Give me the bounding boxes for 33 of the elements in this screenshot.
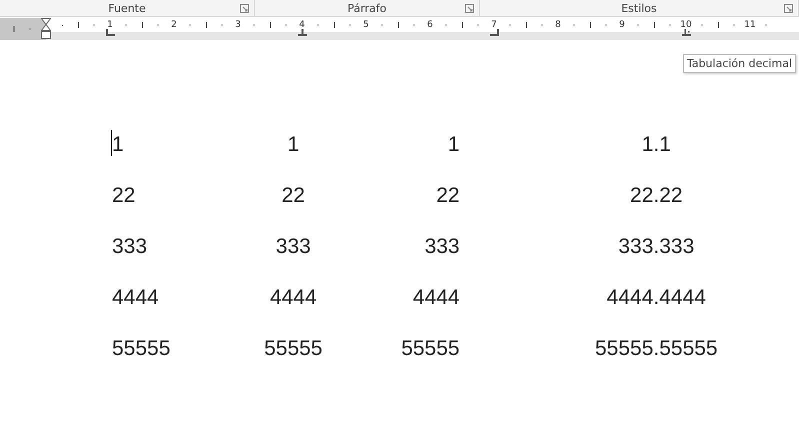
- dialog-launcher-icon[interactable]: [240, 4, 249, 13]
- dialog-launcher-icon[interactable]: [465, 4, 474, 13]
- document-text: 55555: [264, 337, 322, 360]
- tab-stop-icon[interactable]: [682, 29, 691, 36]
- document-text: 4444: [112, 286, 159, 309]
- tab-stop-icon[interactable]: [490, 29, 499, 36]
- document-text: 4444: [270, 286, 317, 309]
- tab-stop-icon[interactable]: [298, 29, 307, 36]
- document-text: 22.22: [630, 184, 683, 207]
- text-cursor-icon: [111, 130, 112, 156]
- tooltip: Tabulación decimal: [682, 54, 796, 73]
- dialog-launcher-icon[interactable]: [784, 4, 793, 13]
- document-text: 333: [112, 235, 148, 258]
- document-text: 1: [448, 133, 460, 156]
- document-text: 55555: [112, 337, 170, 360]
- document-text: 333: [424, 235, 460, 258]
- ribbon-group-label: Estilos: [621, 2, 657, 14]
- document-text: 333.333: [618, 235, 694, 258]
- document-text: 1: [112, 133, 124, 156]
- tab-stop-icon[interactable]: [106, 29, 115, 36]
- document-text: 55555.55555: [594, 337, 718, 360]
- ribbon-group-label: Párrafo: [347, 2, 387, 14]
- document-text: 1: [287, 133, 300, 156]
- document-text: 1.1: [642, 133, 671, 156]
- document-text: 22: [282, 184, 305, 207]
- document-text: 22: [436, 184, 460, 207]
- document-text: 4444.4444: [606, 286, 706, 309]
- ribbon-group-label: Fuente: [108, 2, 146, 14]
- document-text: 55555: [401, 337, 460, 360]
- document-text: 4444: [412, 286, 460, 309]
- indent-marker-icon[interactable]: [41, 18, 51, 40]
- document-text: 22: [112, 184, 136, 207]
- document-text: 333: [276, 235, 311, 258]
